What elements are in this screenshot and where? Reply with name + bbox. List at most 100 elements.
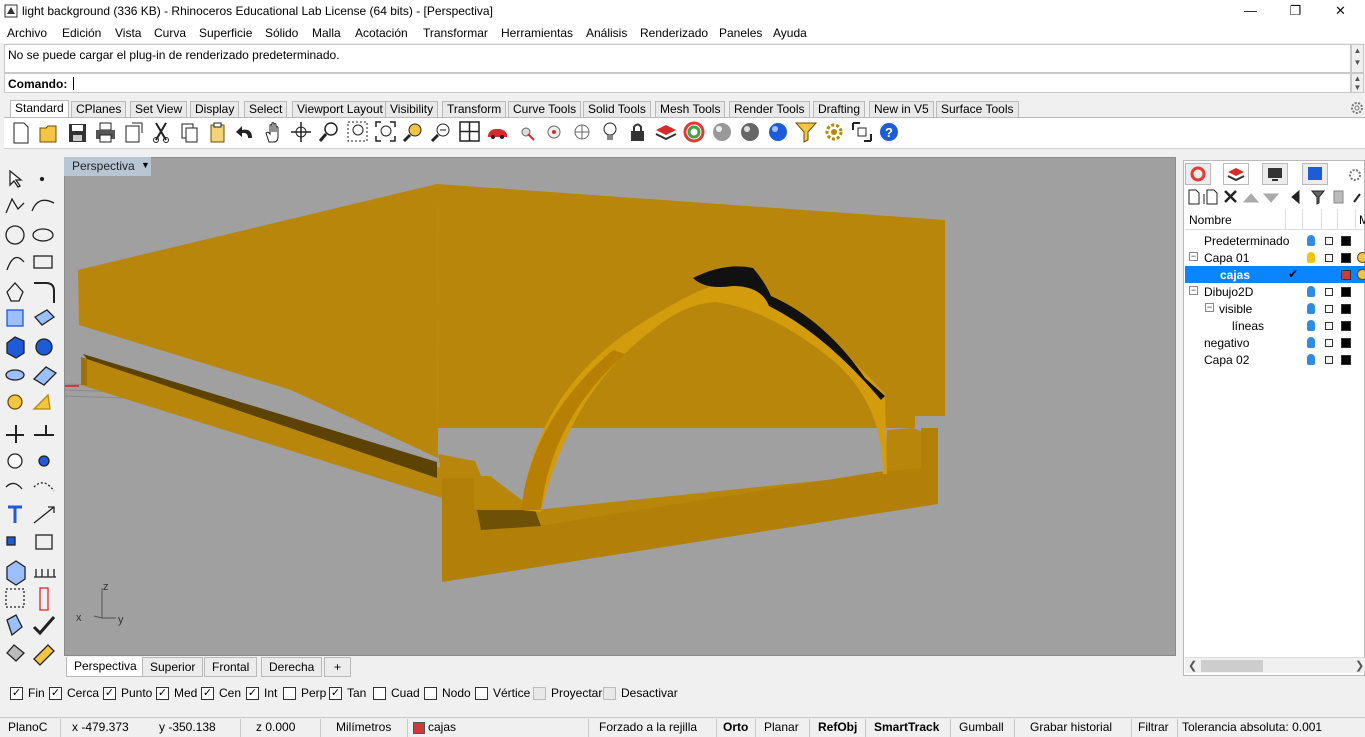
layer-visibility-bulb-icon[interactable] (1307, 337, 1315, 348)
tab-cplanes[interactable]: CPlanes (71, 101, 127, 117)
layer-name[interactable]: cajas (1220, 268, 1250, 282)
layer-name[interactable]: negativo (1204, 336, 1249, 350)
layer-row[interactable]: Predeterminado (1185, 232, 1365, 249)
layer-expander-icon[interactable]: − (1189, 252, 1198, 261)
menu-paneles[interactable]: Paneles (719, 26, 762, 40)
tab-mesh-tools[interactable]: Mesh Tools (655, 101, 726, 117)
osnap-proyectar-checkbox[interactable] (533, 687, 546, 700)
layer-color-swatch[interactable] (1341, 270, 1351, 280)
menu-vista[interactable]: Vista (115, 26, 141, 40)
restore-icon[interactable]: ❐ (1273, 0, 1318, 23)
status-filter[interactable]: Filtrar (1138, 720, 1169, 734)
viewport-title[interactable]: Perspectiva (64, 157, 151, 176)
layer-unlock-icon[interactable] (1325, 339, 1333, 347)
perspective-viewport[interactable] (64, 157, 1176, 656)
viewport-tab-perspectiva[interactable]: Perspectiva (66, 657, 145, 677)
viewport-tab-superior[interactable]: Superior (142, 657, 204, 677)
layer-row[interactable]: − Capa 01 (1185, 249, 1365, 266)
command-history-scrollbar[interactable]: ▲ ▼ (1351, 44, 1364, 73)
layer-color-swatch[interactable] (1341, 355, 1351, 365)
layer-name[interactable]: visible (1219, 302, 1252, 316)
menu-analisis[interactable]: Análisis (586, 26, 627, 40)
layer-name[interactable]: Dibujo2D (1204, 285, 1253, 299)
menu-superficie[interactable]: Superficie (199, 26, 252, 40)
layer-row[interactable]: − visible (1185, 300, 1365, 317)
tab-transform[interactable]: Transform (442, 101, 507, 117)
layer-row[interactable]: negativo (1185, 334, 1365, 351)
panel-tab-layers[interactable] (1223, 163, 1249, 185)
panel-tab-properties[interactable] (1185, 163, 1211, 185)
status-gumball[interactable]: Gumball (959, 720, 1004, 734)
status-units[interactable]: Milímetros (336, 720, 391, 734)
scroll-thumb[interactable] (1201, 660, 1263, 672)
layer-name[interactable]: Predeterminado (1204, 234, 1289, 248)
scroll-right-icon[interactable]: ❯ (1355, 659, 1364, 672)
osnap-desactivar-checkbox[interactable] (603, 687, 616, 700)
status-smarttrack[interactable]: SmartTrack (874, 720, 939, 734)
tab-new-in-v5[interactable]: New in V5 (869, 101, 934, 117)
menu-acotacion[interactable]: Acotación (355, 26, 408, 40)
viewport-tab-derecha[interactable]: Derecha (261, 657, 323, 677)
tab-display[interactable]: Display (190, 101, 240, 117)
layer-row[interactable]: Capa 02 (1185, 351, 1365, 368)
layer-visibility-bulb-icon[interactable] (1307, 354, 1315, 365)
osnap-perp-checkbox[interactable] (283, 687, 296, 700)
layer-expander-icon[interactable]: − (1205, 303, 1214, 312)
layer-visibility-bulb-icon[interactable] (1307, 252, 1315, 263)
layer-material-icon[interactable] (1357, 269, 1365, 280)
tab-drafting[interactable]: Drafting (813, 101, 866, 117)
menu-curva[interactable]: Curva (154, 26, 186, 40)
status-layer[interactable]: cajas (428, 720, 456, 734)
osnap-punto-checkbox[interactable]: ✓ (103, 687, 116, 700)
layer-color-swatch[interactable] (1341, 338, 1351, 348)
panel-tab-help[interactable] (1302, 163, 1328, 185)
menu-solido[interactable]: Sólido (265, 26, 298, 40)
tab-curve-tools[interactable]: Curve Tools (508, 101, 582, 117)
layer-color-swatch[interactable] (1341, 236, 1351, 246)
layer-unlock-icon[interactable] (1325, 305, 1333, 313)
panel-tab-display[interactable] (1262, 163, 1288, 185)
tab-solid-tools[interactable]: Solid Tools (583, 101, 651, 117)
layer-row[interactable]: líneas (1185, 317, 1365, 334)
layer-unlock-icon[interactable] (1325, 254, 1333, 262)
osnap-int-checkbox[interactable]: ✓ (246, 687, 259, 700)
layer-color-swatch[interactable] (1341, 253, 1351, 263)
close-icon[interactable]: ✕ (1318, 0, 1363, 23)
layer-visibility-bulb-icon[interactable] (1307, 320, 1315, 331)
menu-transformar[interactable]: Transformar (423, 26, 488, 40)
command-line-spinner[interactable]: ▲ ▼ (1351, 73, 1364, 93)
layer-color-swatch[interactable] (1341, 321, 1351, 331)
osnap-med-checkbox[interactable]: ✓ (156, 687, 169, 700)
osnap-fin-checkbox[interactable]: ✓ (10, 687, 23, 700)
tab-render-tools[interactable]: Render Tools (729, 101, 810, 117)
layer-color-swatch[interactable] (1341, 287, 1351, 297)
tab-set-view[interactable]: Set View (130, 101, 188, 117)
menu-herramientas[interactable]: Herramientas (501, 26, 573, 40)
layer-visibility-bulb-icon[interactable] (1307, 235, 1315, 246)
osnap-cuad-checkbox[interactable] (373, 687, 386, 700)
status-grid-snap[interactable]: Forzado a la rejilla (599, 720, 697, 734)
layer-color-swatch[interactable] (1341, 304, 1351, 314)
tab-select[interactable]: Select (244, 101, 288, 117)
layer-material-icon[interactable] (1357, 252, 1365, 263)
layer-row[interactable]: − Dibujo2D (1185, 283, 1365, 300)
menu-edicion[interactable]: Edición (62, 26, 101, 40)
minimize-icon[interactable]: — (1228, 0, 1273, 23)
layer-expander-icon[interactable]: − (1189, 286, 1198, 295)
viewport-menu-arrow-icon[interactable]: ▼ (140, 160, 151, 174)
column-material-header[interactable]: M (1359, 213, 1365, 227)
status-osnap[interactable]: RefObj (818, 720, 857, 734)
menu-malla[interactable]: Malla (312, 26, 341, 40)
tab-surface-tools[interactable]: Surface Tools (936, 101, 1019, 117)
osnap-cen-checkbox[interactable]: ✓ (201, 687, 214, 700)
menu-ayuda[interactable]: Ayuda (773, 26, 807, 40)
menu-renderizado[interactable]: Renderizado (640, 26, 708, 40)
viewport-tab-frontal[interactable]: Frontal (204, 657, 258, 677)
osnap-cerca-checkbox[interactable]: ✓ (49, 687, 62, 700)
layer-visibility-bulb-icon[interactable] (1307, 303, 1315, 314)
menu-archivo[interactable]: Archivo (7, 26, 47, 40)
scroll-left-icon[interactable]: ❮ (1188, 659, 1197, 672)
layer-panel-hscrollbar[interactable]: ❮ ❯ (1185, 657, 1365, 673)
status-record-history[interactable]: Grabar historial (1030, 720, 1112, 734)
column-name-header[interactable]: Nombre (1189, 213, 1232, 227)
